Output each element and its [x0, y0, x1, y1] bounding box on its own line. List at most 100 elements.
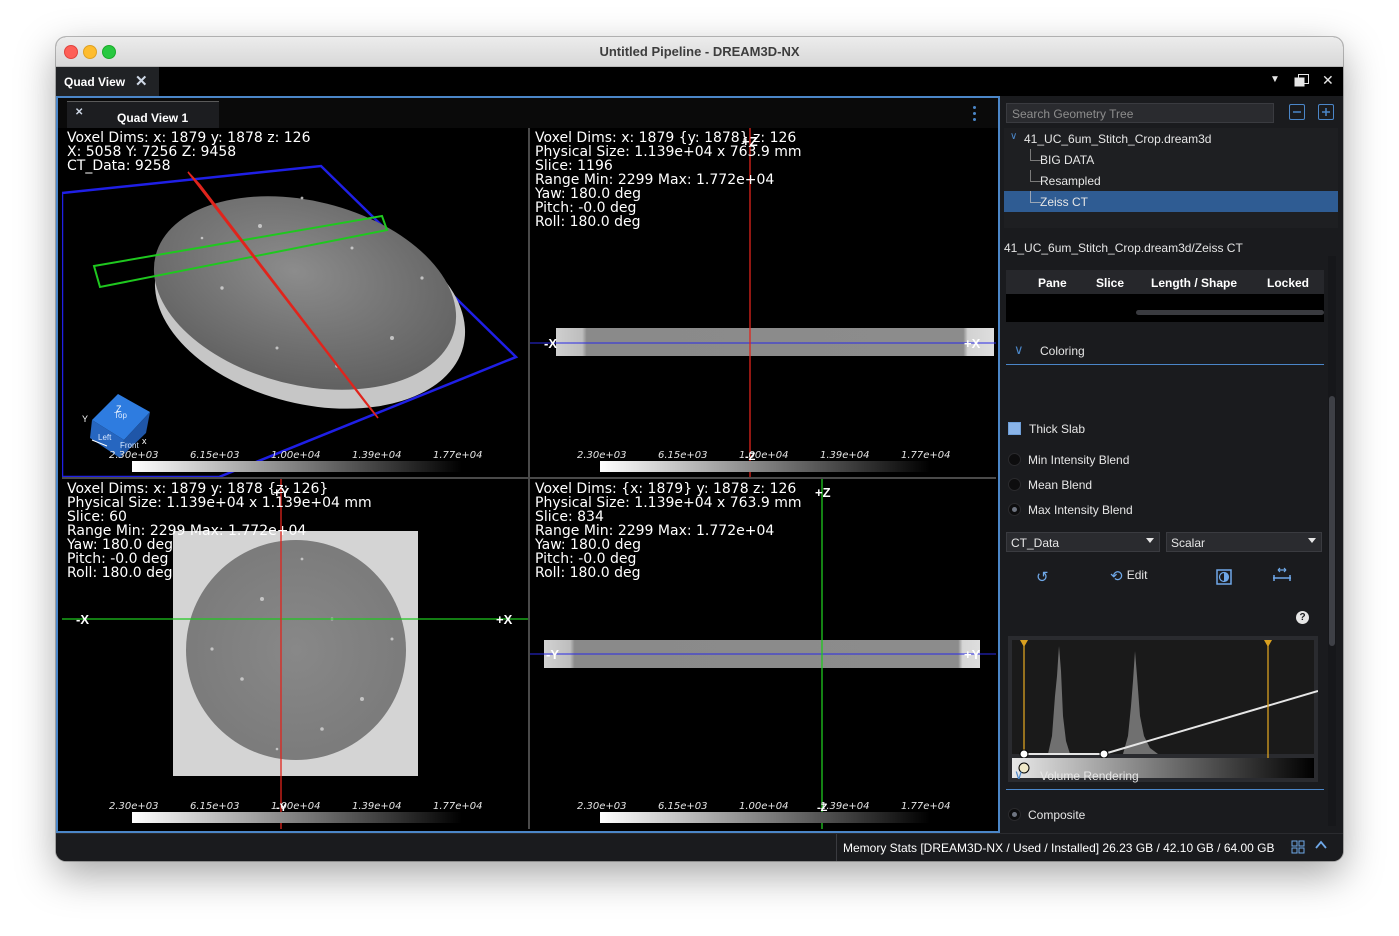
volume-rendering-section-header[interactable]: ∨ Volume Rendering: [1006, 761, 1324, 790]
fit-range-icon[interactable]: [1272, 566, 1292, 590]
cube-left-label: Left: [98, 433, 112, 442]
tree-item-big-data[interactable]: BIG DATA: [1004, 149, 1338, 170]
column-header[interactable]: Slice: [1096, 276, 1124, 290]
radio[interactable]: [1008, 808, 1021, 821]
reset-icon[interactable]: ↺: [1036, 568, 1049, 586]
help-icon[interactable]: ?: [1296, 611, 1309, 624]
tab-quad-view-1[interactable]: ✕ Quad View 1: [67, 101, 219, 129]
info-line: Range Min: 2299 Max: 1.772e+04: [535, 523, 775, 539]
axis-label-left: -X: [544, 336, 557, 351]
colorbar-tick-label: 1.77e+04: [433, 450, 483, 461]
cube-z-label: Z: [116, 404, 122, 414]
info-line: Roll: 180.0 deg: [67, 565, 173, 581]
option-label: Thick Slab: [1029, 422, 1086, 436]
info-line: Voxel Dims: x: 1879 y: 1878 z: 126: [67, 130, 311, 146]
column-header[interactable]: Pane: [1038, 276, 1067, 290]
info-line: Slice: 1196: [535, 158, 613, 174]
colorbar-tick-label: 2.30e+03: [109, 801, 159, 812]
colorbar-tick-label: 1.39e+04: [352, 450, 402, 461]
mode-select[interactable]: Scalar: [1166, 532, 1322, 552]
tab-label: Quad View: [64, 75, 126, 89]
colorbar-tick-label: 6.15e+03: [658, 801, 708, 812]
edit-label: Edit: [1126, 568, 1148, 582]
column-header[interactable]: Length / Shape: [1151, 276, 1237, 290]
colorbar-tick-label: 1.00e+04: [739, 801, 789, 812]
colorbar-tick-label: 6.15e+03: [190, 450, 240, 461]
colorbar-tick-label: 1.77e+04: [901, 450, 951, 461]
colorbar-ticks: 2.30e+03 6.15e+03 1.00e+04 1.39e+04 1.77e+04: [109, 450, 483, 461]
section-title: Volume Rendering: [1040, 769, 1139, 783]
control-point[interactable]: [1019, 749, 1029, 759]
chevron-up-icon[interactable]: [1314, 838, 1328, 857]
viewport-info: Voxel Dims: x: 1879 y: 1878 z: 126 X: 50…: [67, 131, 310, 173]
kebab-menu-icon[interactable]: [973, 106, 976, 124]
layout-grid-icon[interactable]: [1291, 840, 1305, 859]
column-header[interactable]: Locked: [1267, 276, 1309, 290]
info-line: CT_Data: 9258: [67, 158, 171, 174]
rotate-edit-icon: ⟲: [1110, 568, 1123, 585]
radio[interactable]: [1008, 453, 1021, 466]
search-input[interactable]: Search Geometry Tree: [1006, 103, 1274, 123]
close-icon[interactable]: ✕: [135, 72, 148, 90]
radio[interactable]: [1008, 503, 1021, 516]
tree-item-label: BIG DATA: [1040, 153, 1095, 167]
chevron-down-icon[interactable]: ▼: [1270, 74, 1280, 85]
info-line: Physical Size: 1.139e+04 x 1.139e+04 mm: [67, 495, 372, 511]
geometry-tree: ∨ 41_UC_6um_Stitch_Crop.dream3d BIG DATA…: [1004, 128, 1338, 228]
expand-all-icon[interactable]: [1318, 104, 1334, 120]
invert-icon[interactable]: [1216, 569, 1232, 589]
vertical-scrollbar[interactable]: [1328, 256, 1336, 826]
collapse-all-icon[interactable]: [1289, 104, 1305, 120]
orientation-cube[interactable]: Top Front Left x Y Z: [82, 394, 150, 458]
colorbar-ticks: 2.30e+03 6.15e+03 1.00e+04 1.39e+04 1.77e+04: [577, 801, 951, 812]
colorbar-tick-label: 6.15e+03: [658, 450, 708, 461]
axis-label-right: +X: [496, 612, 513, 627]
quad-view-panel: ✕ Quad View 1 Top Front Left x Y Z 2.30e…: [56, 96, 1000, 833]
colorbar-tick-label: 1.77e+04: [433, 801, 483, 812]
tab-quad-view[interactable]: Quad View ✕: [56, 67, 159, 96]
axis-label-top: +Z: [815, 485, 831, 500]
radio[interactable]: [1008, 478, 1021, 491]
viewport-xz-slice[interactable]: 2.30e+03 6.15e+03 1.00e+04 1.39e+04 1.77e+04…: [530, 128, 996, 477]
info-line: Voxel Dims: x: 1879 y: 1878 {z: 126}: [67, 481, 329, 497]
select-value: Scalar: [1171, 536, 1206, 550]
properties-panel: Search Geometry Tree ∨ 41_UC_6um_Stitch_…: [1000, 96, 1343, 833]
slice-table: [1006, 294, 1324, 322]
axis-label-left: -X: [76, 612, 89, 627]
close-icon[interactable]: ✕: [1322, 72, 1334, 89]
colorbar-tick-label: 2.30e+03: [577, 450, 627, 461]
viewport-info: Voxel Dims: x: 1879 {y: 1878} z: 126 Phy…: [535, 131, 802, 229]
info-line: Range Min: 2299 Max: 1.772e+04: [67, 523, 307, 539]
option-label: Max Intensity Blend: [1028, 503, 1133, 517]
quad-viewports: Top Front Left x Y Z 2.30e+03 6.15e+03 1.0…: [62, 128, 996, 829]
viewport-info: Voxel Dims: x: 1879 y: 1878 {z: 126} Phy…: [67, 482, 372, 580]
control-point[interactable]: [1099, 749, 1109, 759]
chevron-down-icon: [1308, 538, 1316, 543]
edit-button[interactable]: ⟲ Edit: [1110, 567, 1147, 585]
tree-item-label: Resampled: [1040, 174, 1101, 188]
tree-item-zeiss-ct[interactable]: Zeiss CT: [1004, 191, 1338, 212]
info-line: Voxel Dims: x: 1879 {y: 1878} z: 126: [535, 130, 797, 146]
axis-label-right: +Y: [964, 647, 981, 662]
tree-item-root[interactable]: ∨ 41_UC_6um_Stitch_Crop.dream3d: [1004, 128, 1338, 149]
viewport-yz-slice[interactable]: 2.30e+03 6.15e+03 1.00e+04 1.39e+04 1.77e+04…: [530, 479, 996, 829]
axis-label-bottom: -Y: [276, 802, 288, 814]
tree-item-label: 41_UC_6um_Stitch_Crop.dream3d: [1024, 132, 1212, 146]
array-select[interactable]: CT_Data: [1006, 532, 1160, 552]
float-window-icon[interactable]: [1294, 74, 1309, 91]
viewport-3d[interactable]: Top Front Left x Y Z 2.30e+03 6.15e+03 1.0…: [62, 128, 528, 477]
horizontal-scrollbar[interactable]: [1136, 310, 1324, 315]
info-line: Physical Size: 1.139e+04 x 763.9 mm: [535, 144, 802, 160]
checkbox[interactable]: [1008, 422, 1021, 435]
close-icon[interactable]: ✕: [75, 107, 83, 118]
coloring-section-header[interactable]: ∨ Coloring: [1006, 336, 1324, 365]
chevron-down-icon: ∨: [1014, 767, 1024, 782]
viewport-xy-slice[interactable]: 2.30e+03 6.15e+03 1.00e+04 1.39e+04 1.77e+04…: [62, 479, 528, 829]
colorbar-ticks: 2.30e+03 6.15e+03 1.00e+04 1.39e+04 1.77e+04: [577, 450, 951, 461]
info-line: Pitch: -0.0 deg: [535, 200, 637, 216]
colorbar-tick-label: 1.39e+04: [820, 801, 870, 812]
tree-item-resampled[interactable]: Resampled: [1004, 170, 1338, 191]
info-line: Voxel Dims: {x: 1879} y: 1878 z: 126: [535, 481, 797, 497]
chevron-down-icon[interactable]: ∨: [1010, 131, 1017, 142]
info-line: Pitch: -0.0 deg: [67, 551, 169, 567]
